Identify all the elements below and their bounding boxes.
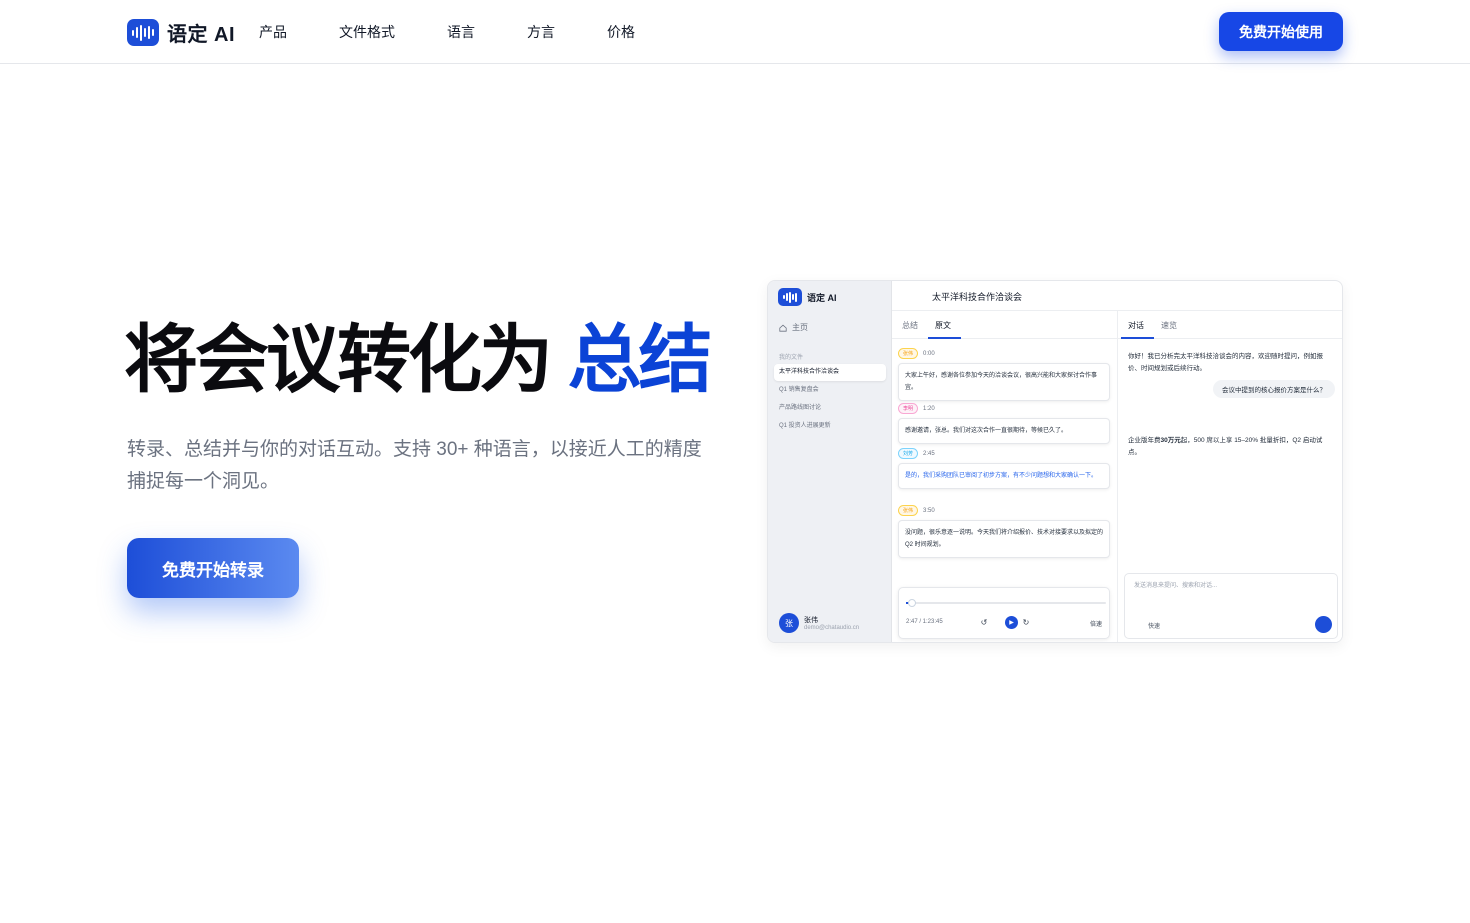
progress-track[interactable] [906,599,1106,607]
chat-input[interactable]: 发送消息来提问、搜索和对话... 快速 [1124,573,1338,639]
waveform-icon [127,19,159,46]
rewind-icon[interactable]: ↺ [979,617,989,627]
hero-subtitle: 转录、总结并与你的对话互动。支持 30+ 种语言，以接近人工的精度捕捉每一个洞见… [127,439,702,492]
top-navbar: 语定 AI 产品 文件格式 语言 方言 价格 免费开始使用 [0,0,1470,64]
tab-transcript[interactable]: 原文 [935,320,951,331]
progress-handle[interactable] [908,599,916,607]
home-icon [779,324,787,332]
sidebar-item-home[interactable]: 主页 [779,322,808,333]
app-brand: 语定 AI [778,288,837,306]
chat-input-placeholder: 发送消息来提问、搜索和对话... [1134,583,1218,589]
transcript-segment: 张伟 3:50 没问题，很乐意逐一说明。今天我们将介绍报价、技术对接要求以及拟定… [898,505,1110,558]
ai-message: 你好！我已分析完太平洋科技洽谈会的内容，欢迎随时提问，例如报价、时间规划或后续行… [1128,353,1323,372]
chat-tabs: 对话 速览 [1118,311,1342,339]
segment-text-active[interactable]: 是的，我们采购团队已审阅了初步方案，有不少问题想和大家确认一下。 [898,463,1110,489]
forward-icon[interactable]: ↻ [1021,617,1031,627]
audio-player: 2:47 / 1:23:45 ↺ ▶ ↻ 倍速 [898,587,1110,639]
playback-time: 2:47 / 1:23:45 [906,619,943,625]
chat-panel: 对话 速览 你好！我已分析完太平洋科技洽谈会的内容，欢迎随时提问，例如报价、时间… [1117,311,1342,642]
segment-time[interactable]: 3:50 [923,508,935,514]
sidebar-section-label: 我的文件 [779,355,804,361]
active-tab-indicator [928,337,961,339]
sidebar-home-label: 主页 [792,323,808,332]
speaker-tag[interactable]: 刘芳 [898,448,919,459]
start-free-button[interactable]: 免费开始使用 [1219,12,1343,51]
nav-item-file-formats[interactable]: 文件格式 [339,22,395,42]
app-brand-name: 语定 AI [807,292,837,303]
mode-selector[interactable]: 快速 [1148,621,1160,630]
waveform-icon [778,288,802,306]
segment-time[interactable]: 0:00 [923,351,935,357]
nav-item-dialects[interactable]: 方言 [527,22,555,42]
hero-title: 将会议转化为 总结 [124,316,713,405]
ai-answer: 企业版年费30万元起，500 席以上享 15–20% 批量折扣，Q2 启动试点。 [1128,435,1333,459]
sidebar-file-item[interactable]: Q1 销售复盘会 [774,382,886,399]
segment-text[interactable]: 大家上午好，感谢各位参加今天的洽谈会议，很高兴能和大家探讨合作事宜。 [898,363,1110,401]
nav-item-pricing[interactable]: 价格 [607,22,635,42]
hero-title-main: 将会议转化为 [124,318,553,401]
user-profile[interactable]: 张 张伟 demo@chataudio.cn [779,613,859,633]
nav-item-languages[interactable]: 语言 [447,22,475,42]
speaker-tag[interactable]: 张伟 [898,505,919,516]
playback-speed[interactable]: 倍速 [1090,619,1102,628]
tab-overview[interactable]: 速览 [1161,320,1177,331]
sidebar-file-item[interactable]: Q1 投资人进展更新 [774,418,886,435]
send-button[interactable] [1315,616,1332,633]
segment-time[interactable]: 1:20 [923,406,935,412]
answer-highlight: 30万元 [1160,437,1181,444]
brand-logo[interactable]: 语定 AI [127,18,235,47]
transcript-segment: 刘芳 2:45 是的，我们采购团队已审阅了初步方案，有不少问题想和大家确认一下。 [898,448,1110,489]
nav-item-product[interactable]: 产品 [259,22,287,42]
user-email: demo@chataudio.cn [804,625,860,631]
sidebar-file-item[interactable]: 产品路线图讨论 [774,400,886,417]
hero-title-accent: 总结 [567,318,713,401]
user-name: 张伟 [804,617,818,624]
play-button[interactable]: ▶ [1005,616,1018,629]
transcript-tabs: 总结 原文 [892,311,1117,339]
user-message: 会议中提到的核心报价方案是什么？ [1213,380,1335,398]
speaker-tag[interactable]: 张伟 [898,348,919,359]
start-transcribing-button[interactable]: 免费开始转录 [127,538,299,598]
app-preview: 语定 AI 主页 我的文件 太平洋科技合作洽谈会 Q1 销售复盘会 产品路线图讨… [767,280,1343,643]
avatar: 张 [779,613,799,633]
answer-prefix: 企业版年费 [1128,437,1161,444]
transcript-panel: 总结 原文 张伟 0:00 大家上午好，感谢各位参加今天的洽谈会议，很高兴能和大… [892,311,1117,642]
sidebar-file-item[interactable]: 太平洋科技合作洽谈会 [774,364,886,381]
speaker-tag[interactable]: 李明 [898,403,919,414]
segment-text[interactable]: 感谢邀请，张总。我们对这次合作一直很期待，等候已久了。 [898,418,1110,444]
transcript-segment: 李明 1:20 感谢邀请，张总。我们对这次合作一直很期待，等候已久了。 [898,403,1110,444]
segment-text[interactable]: 没问题，很乐意逐一说明。今天我们将介绍报价、技术对接要求以及拟定的 Q2 时间规… [898,520,1110,558]
segment-time[interactable]: 2:45 [923,451,935,457]
tab-chat[interactable]: 对话 [1128,320,1144,331]
transcript-segment: 张伟 0:00 大家上午好，感谢各位参加今天的洽谈会议，很高兴能和大家探讨合作事… [898,348,1110,401]
active-tab-indicator [1121,337,1154,339]
document-title: 太平洋科技合作洽谈会 [932,292,1023,302]
brand-name: 语定 AI [167,24,236,46]
app-sidebar: 语定 AI 主页 我的文件 太平洋科技合作洽谈会 Q1 销售复盘会 产品路线图讨… [768,281,892,642]
tab-summary[interactable]: 总结 [902,320,918,331]
